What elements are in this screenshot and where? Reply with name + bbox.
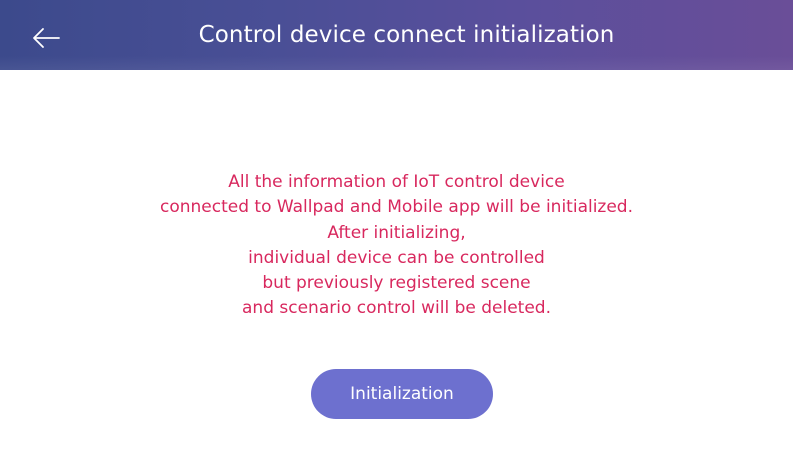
message-line: All the information of IoT control devic… [228,172,565,192]
message-line: connected to Wallpad and Mobile app will… [159,197,634,218]
message-line: and scenario control will be deleted. [242,298,551,319]
initialization-button[interactable]: Initialization [311,369,493,419]
message-line: but previously registered scene [262,273,531,294]
page-title: Control device connect initialization [198,22,615,48]
header-bar: Control device connect initialization [0,0,793,70]
warning-message: All the information of IoT control devic… [0,170,793,322]
message-line: After initializing, [327,222,466,243]
message-line: individual device can be controlled [248,247,545,268]
